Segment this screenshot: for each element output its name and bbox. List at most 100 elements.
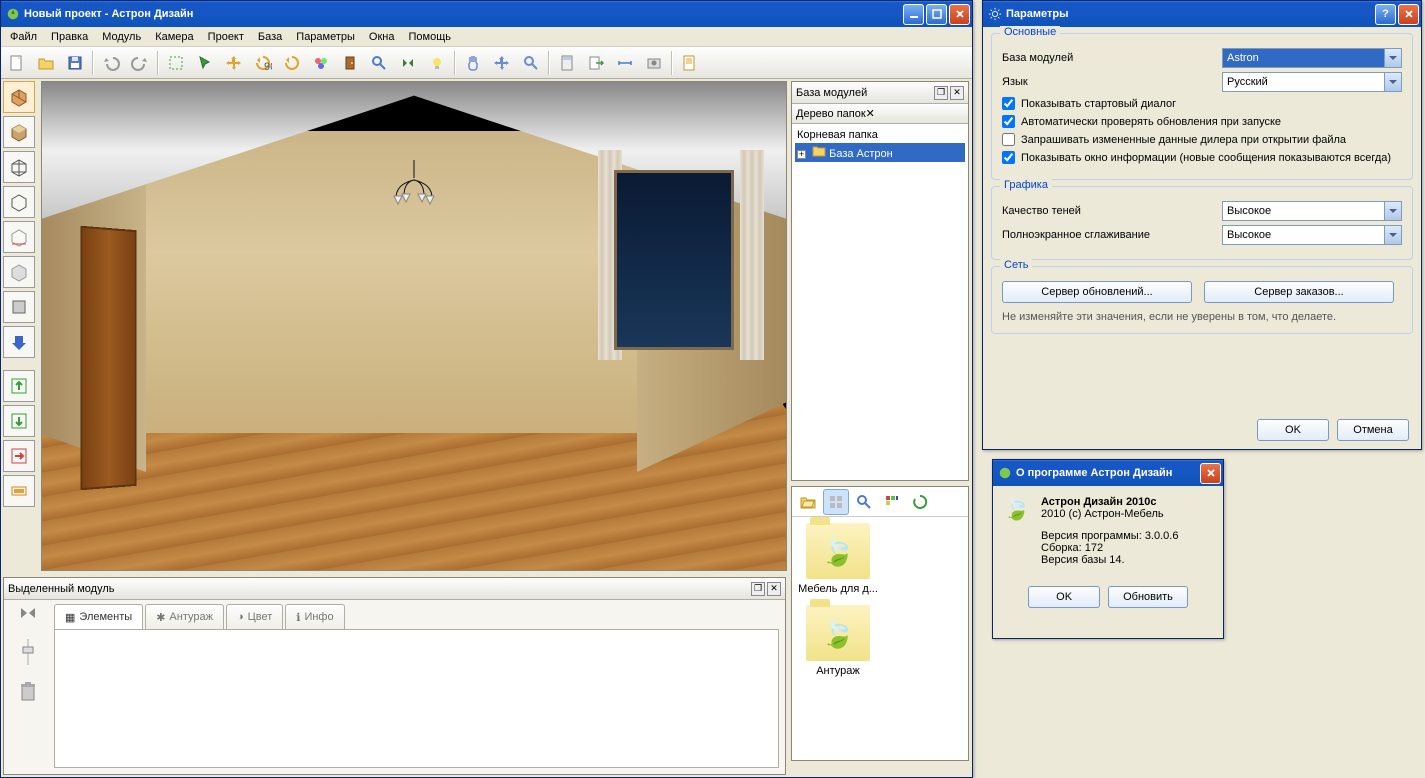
- close-button[interactable]: [949, 4, 970, 25]
- cube-solid-icon[interactable]: [3, 81, 35, 113]
- zoom-icon[interactable]: [365, 49, 393, 77]
- params-titlebar[interactable]: Параметры ?: [983, 1, 1421, 27]
- tab-info[interactable]: ℹИнфо: [285, 604, 344, 629]
- btn-about-ok[interactable]: OK: [1028, 586, 1100, 608]
- menu-module[interactable]: Модуль: [95, 29, 148, 45]
- menu-params[interactable]: Параметры: [289, 29, 362, 45]
- menu-edit[interactable]: Правка: [44, 29, 95, 45]
- modules-panel-header[interactable]: База модулей ❐ ✕: [792, 82, 968, 104]
- btn-update-server[interactable]: Сервер обновлений...: [1002, 281, 1192, 303]
- minimize-button[interactable]: [903, 4, 924, 25]
- mirror-icon[interactable]: [394, 49, 422, 77]
- view-large-icon[interactable]: [823, 489, 849, 515]
- mirror2-icon[interactable]: [17, 602, 39, 627]
- cube-ghost-icon[interactable]: [3, 256, 35, 288]
- selected-panel-header[interactable]: Выделенный модуль ❐ ✕: [4, 578, 785, 600]
- select-shadow-quality[interactable]: Высокое: [1222, 201, 1402, 221]
- 3d-viewport[interactable]: [41, 81, 787, 571]
- checkbox[interactable]: [1002, 151, 1015, 164]
- new-icon[interactable]: [3, 49, 31, 77]
- pan-icon[interactable]: [459, 49, 487, 77]
- panel-close-icon[interactable]: ✕: [767, 582, 781, 596]
- chk-show-start[interactable]: Показывать стартовый диалог: [1002, 97, 1402, 110]
- thumb-furniture[interactable]: 🍃 Мебель для д...: [798, 523, 878, 595]
- undock-icon[interactable]: ❐: [751, 582, 765, 596]
- door-icon[interactable]: [336, 49, 364, 77]
- rect-orange-icon[interactable]: [3, 475, 35, 507]
- btn-order-server[interactable]: Сервер заказов...: [1204, 281, 1394, 303]
- menu-base[interactable]: База: [251, 29, 289, 45]
- menu-camera[interactable]: Камера: [148, 29, 200, 45]
- btn-ok[interactable]: OK: [1257, 419, 1329, 441]
- redo-icon[interactable]: [126, 49, 154, 77]
- close-button[interactable]: [1398, 4, 1419, 25]
- chevron-down-icon[interactable]: [1384, 226, 1401, 244]
- tab-entourage[interactable]: ✱Антураж: [145, 604, 224, 629]
- arrow-right-red-icon[interactable]: [3, 440, 35, 472]
- btn-about-update[interactable]: Обновить: [1108, 586, 1188, 608]
- checkbox[interactable]: [1002, 97, 1015, 110]
- trash-icon[interactable]: [18, 680, 38, 705]
- cursor-icon[interactable]: [191, 49, 219, 77]
- checkbox[interactable]: [1002, 133, 1015, 146]
- report-icon[interactable]: [676, 49, 704, 77]
- arrow-down-blue-icon[interactable]: [3, 326, 35, 358]
- view-grid-icon[interactable]: [879, 489, 905, 515]
- maximize-button[interactable]: [926, 4, 947, 25]
- rotate-icon[interactable]: [278, 49, 306, 77]
- cube-dim-icon[interactable]: [3, 221, 35, 253]
- undo-icon[interactable]: [97, 49, 125, 77]
- tree-node-label: База Астрон: [829, 148, 893, 160]
- tree-root[interactable]: Корневая папка: [795, 127, 965, 143]
- chk-show-info[interactable]: Показывать окно информации (новые сообще…: [1002, 151, 1402, 164]
- select-lang[interactable]: Русский: [1222, 72, 1402, 92]
- chevron-down-icon[interactable]: [1384, 202, 1401, 220]
- chevron-down-icon[interactable]: [1384, 49, 1401, 67]
- about-titlebar[interactable]: О программе Астрон Дизайн: [993, 460, 1223, 486]
- chevron-down-icon[interactable]: [1384, 73, 1401, 91]
- tab-elements[interactable]: ▦Элементы: [54, 604, 143, 629]
- cube-wire-icon[interactable]: [3, 151, 35, 183]
- save-icon[interactable]: [61, 49, 89, 77]
- dimensions-icon[interactable]: [611, 49, 639, 77]
- search-icon[interactable]: [851, 489, 877, 515]
- chk-ask-dealer[interactable]: Запрашивать измененные данные дилера при…: [1002, 133, 1402, 146]
- export-icon[interactable]: [582, 49, 610, 77]
- thumb-entourage[interactable]: 🍃 Антураж: [798, 605, 878, 677]
- view-refresh-icon[interactable]: [907, 489, 933, 515]
- panel-close-icon[interactable]: ✕: [950, 86, 964, 100]
- tree-close-icon[interactable]: ✕: [866, 107, 875, 120]
- menu-project[interactable]: Проект: [201, 29, 251, 45]
- undock-icon[interactable]: ❐: [934, 86, 948, 100]
- arrow-up-green-icon[interactable]: [3, 370, 35, 402]
- btn-cancel[interactable]: Отмена: [1337, 419, 1409, 441]
- menu-help[interactable]: Помощь: [401, 29, 458, 45]
- zoom2-icon[interactable]: [517, 49, 545, 77]
- tree-node-astron[interactable]: + База Астрон: [795, 143, 965, 162]
- expand-icon[interactable]: +: [797, 150, 806, 159]
- cube-front-icon[interactable]: [3, 291, 35, 323]
- cube-shaded-icon[interactable]: [3, 116, 35, 148]
- tab-color[interactable]: ◑Цвет: [226, 604, 283, 629]
- snapshot-icon[interactable]: [640, 49, 668, 77]
- select-fsaa[interactable]: Высокое: [1222, 225, 1402, 245]
- calc-icon[interactable]: [553, 49, 581, 77]
- slider-icon[interactable]: [17, 637, 39, 670]
- close-button[interactable]: [1200, 463, 1221, 484]
- arrow-down-green-icon[interactable]: [3, 405, 35, 437]
- menu-file[interactable]: Файл: [3, 29, 44, 45]
- open-icon[interactable]: [32, 49, 60, 77]
- chk-auto-update[interactable]: Автоматически проверять обновления при з…: [1002, 115, 1402, 128]
- folder-open-icon[interactable]: [795, 489, 821, 515]
- orbit-icon[interactable]: [488, 49, 516, 77]
- move-icon[interactable]: [220, 49, 248, 77]
- checkbox[interactable]: [1002, 115, 1015, 128]
- select-rect-icon[interactable]: [162, 49, 190, 77]
- select-module-base[interactable]: Astron: [1222, 48, 1402, 68]
- menu-windows[interactable]: Окна: [362, 29, 402, 45]
- light-icon[interactable]: [423, 49, 451, 77]
- cube-wire2-icon[interactable]: [3, 186, 35, 218]
- color-icon[interactable]: [307, 49, 335, 77]
- help-button[interactable]: ?: [1375, 4, 1396, 25]
- rotate90-icon[interactable]: 90: [249, 49, 277, 77]
